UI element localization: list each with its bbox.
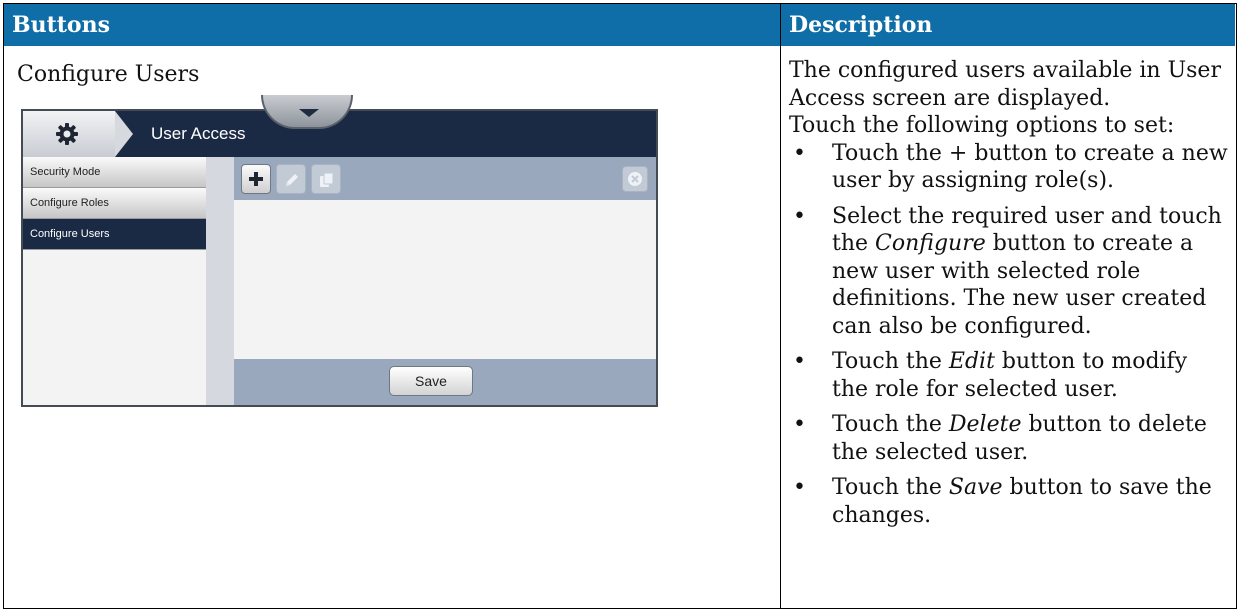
delete-term: Delete	[948, 412, 1022, 437]
edit-user-button[interactable]	[276, 164, 306, 194]
user-access-screenshot: User Access Security Mode Configure Role…	[21, 95, 658, 407]
copy-user-button[interactable]	[311, 164, 341, 194]
users-panel: Save	[234, 157, 656, 405]
save-term: Save	[948, 475, 1003, 500]
add-icon	[249, 172, 263, 186]
bullet-text: Touch the	[832, 412, 949, 437]
list-item: • Touch the Save button to save the chan…	[789, 474, 1229, 529]
description-bullets: • Touch the + button to create a new use…	[789, 140, 1229, 530]
description-cell: The configured users available in User A…	[789, 57, 1229, 529]
bullet-text: Touch the	[832, 349, 949, 374]
edit-term: Edit	[948, 349, 995, 374]
screen-title: User Access	[151, 124, 246, 143]
users-footer: Save	[234, 359, 656, 405]
column-divider	[780, 46, 781, 608]
copy-icon	[320, 172, 334, 187]
chevron-down-icon	[299, 109, 319, 117]
breadcrumb-chevron	[115, 111, 133, 157]
bullet-text: Touch the + button to create a new user …	[832, 140, 1228, 194]
bullet-icon: •	[793, 203, 806, 229]
bullet-icon: •	[793, 412, 806, 437]
bullet-icon: •	[793, 475, 806, 500]
bullet-icon: •	[793, 140, 806, 166]
close-icon	[628, 172, 642, 186]
gear-icon	[56, 123, 78, 145]
edit-icon	[286, 174, 298, 186]
users-toolbar	[234, 157, 656, 200]
delete-user-button[interactable]	[622, 166, 648, 192]
configure-term: Configure	[875, 231, 986, 256]
description-intro: The configured users available in User A…	[789, 58, 1221, 111]
list-item: • Touch the Edit button to modify the ro…	[789, 348, 1229, 403]
sidebar-item-security-mode[interactable]: Security Mode	[23, 157, 206, 188]
settings-button[interactable]	[23, 111, 115, 157]
list-item: • Touch the Delete button to delete the …	[789, 411, 1229, 466]
sidebar-item-configure-users[interactable]: Configure Users	[23, 219, 206, 250]
bullet-icon: •	[793, 349, 806, 374]
header-buttons: Buttons	[4, 4, 780, 46]
description-touch-intro: Touch the following options to set:	[789, 113, 1175, 138]
row-title: Configure Users	[17, 62, 200, 87]
sidebar-item-configure-roles[interactable]: Configure Roles	[23, 188, 206, 219]
sidebar: Security Mode Configure Roles Configure …	[23, 157, 206, 405]
save-button[interactable]: Save	[389, 366, 473, 396]
list-item: • Touch the + button to create a new use…	[789, 140, 1229, 195]
sidebar-gutter	[206, 157, 234, 405]
add-user-button[interactable]	[241, 164, 271, 194]
header-description: Description	[780, 4, 1235, 46]
bullet-text: Touch the	[832, 475, 949, 500]
list-item: • Select the required user and touch the…	[789, 203, 1229, 341]
